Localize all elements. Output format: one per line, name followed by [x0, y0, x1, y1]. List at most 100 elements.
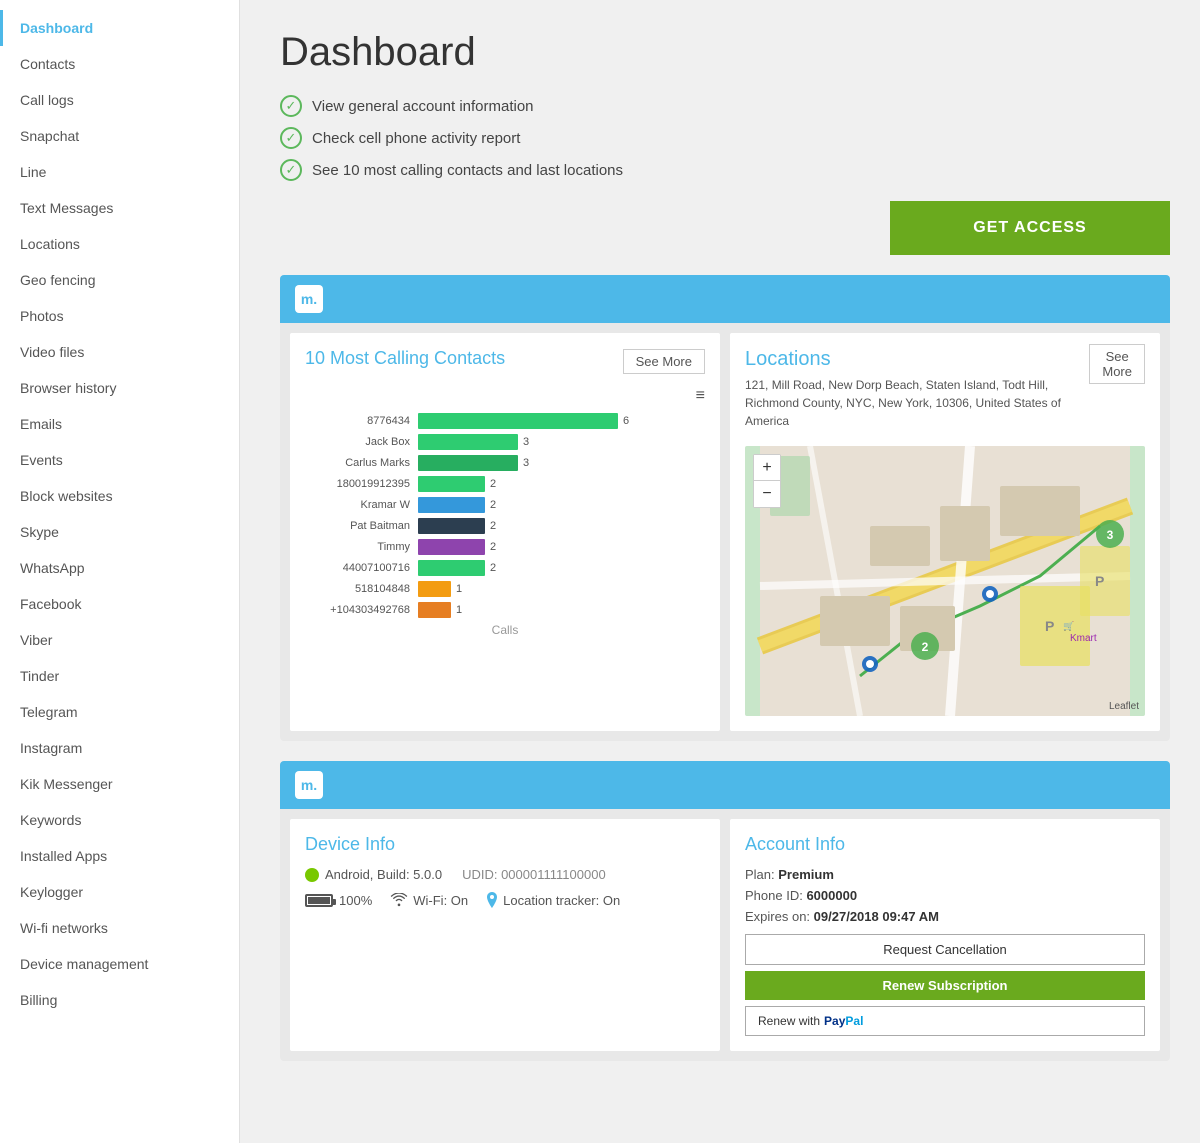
location-tracker-status: Location tracker: On: [503, 893, 620, 908]
sidebar-item-call-logs[interactable]: Call logs: [0, 82, 239, 118]
svg-text:Kmart: Kmart: [1070, 633, 1097, 644]
bar-container: 1: [418, 581, 705, 597]
sidebar-item-emails[interactable]: Emails: [0, 406, 239, 442]
sidebar-item-billing[interactable]: Billing: [0, 982, 239, 1018]
feature-text: View general account information: [312, 98, 534, 115]
map-svg: P P 2 3 Kmart 🛒: [745, 446, 1145, 716]
bar-row: 518104848 1: [305, 581, 705, 597]
android-icon: [305, 868, 319, 882]
sidebar-item-locations[interactable]: Locations: [0, 226, 239, 262]
sidebar-item-telegram[interactable]: Telegram: [0, 694, 239, 730]
account-phone-id: Phone ID: 6000000: [745, 888, 1145, 903]
sidebar-item-contacts[interactable]: Contacts: [0, 46, 239, 82]
hamburger-menu[interactable]: ≡: [305, 387, 705, 405]
zoom-out-button[interactable]: −: [754, 481, 780, 507]
bar-value: 1: [456, 604, 462, 616]
chart-title: 10 Most Calling Contacts: [305, 348, 505, 369]
check-icon: ✓: [280, 159, 302, 181]
bar-container: 2: [418, 476, 705, 492]
sidebar-item-facebook[interactable]: Facebook: [0, 586, 239, 622]
bar: [418, 413, 618, 429]
bar-container: 3: [418, 434, 705, 450]
check-icon: ✓: [280, 127, 302, 149]
renew-subscription-button[interactable]: Renew Subscription: [745, 971, 1145, 1000]
sidebar-item-wi-fi-networks[interactable]: Wi-fi networks: [0, 910, 239, 946]
bar-label: 8776434: [305, 415, 410, 427]
feature-item: ✓View general account information: [280, 95, 1170, 117]
sidebar-item-kik-messenger[interactable]: Kik Messenger: [0, 766, 239, 802]
card-body-1: 10 Most Calling Contacts See More ≡ 8776…: [280, 323, 1170, 741]
device-os-row: Android, Build: 5.0.0 UDID: 000001111100…: [305, 867, 705, 882]
bar-value: 3: [523, 457, 529, 469]
chart-see-more-button[interactable]: See More: [623, 349, 705, 374]
bar-row: 180019912395 2: [305, 476, 705, 492]
bar: [418, 560, 485, 576]
bar: [418, 476, 485, 492]
sidebar-item-viber[interactable]: Viber: [0, 622, 239, 658]
svg-text:P: P: [1095, 573, 1104, 589]
sidebar-item-line[interactable]: Line: [0, 154, 239, 190]
sidebar-item-block-websites[interactable]: Block websites: [0, 478, 239, 514]
bar-label: Jack Box: [305, 436, 410, 448]
bar-value: 3: [523, 436, 529, 448]
sidebar-item-tinder[interactable]: Tinder: [0, 658, 239, 694]
sidebar-item-photos[interactable]: Photos: [0, 298, 239, 334]
svg-text:P: P: [1045, 618, 1054, 634]
device-udid: UDID: 000001111100000: [462, 867, 606, 882]
svg-text:🛒: 🛒: [1063, 620, 1074, 631]
bar: [418, 455, 518, 471]
card-body-2: Device Info Android, Build: 5.0.0 UDID: …: [280, 809, 1170, 1061]
bar: [418, 539, 485, 555]
leaflet-label: Leaflet: [1109, 701, 1139, 712]
bar-container: 1: [418, 602, 705, 618]
feature-item: ✓ See 10 most calling contacts and last l…: [280, 159, 1170, 181]
sidebar-item-keywords[interactable]: Keywords: [0, 802, 239, 838]
bar-value: 2: [490, 541, 496, 553]
sidebar-item-geo-fencing[interactable]: Geo fencing: [0, 262, 239, 298]
sidebar-item-device-management[interactable]: Device management: [0, 946, 239, 982]
sidebar-item-events[interactable]: Events: [0, 442, 239, 478]
sidebar-item-snapchat[interactable]: Snapchat: [0, 118, 239, 154]
bar-row: +104303492768 1: [305, 602, 705, 618]
bar-container: 2: [418, 518, 705, 534]
bar-row: Jack Box 3: [305, 434, 705, 450]
locations-see-more-button[interactable]: See More: [1089, 344, 1145, 384]
paypal-renew-button[interactable]: Renew with PayPal: [745, 1006, 1145, 1036]
bar-value: 2: [490, 499, 496, 511]
svg-text:2: 2: [922, 640, 929, 654]
sidebar-item-skype[interactable]: Skype: [0, 514, 239, 550]
sidebar-item-instagram[interactable]: Instagram: [0, 730, 239, 766]
sidebar-item-text-messages[interactable]: Text Messages: [0, 190, 239, 226]
wifi-icon: [390, 893, 408, 907]
request-cancellation-button[interactable]: Request Cancellation: [745, 934, 1145, 965]
map-zoom-controls: + −: [753, 454, 781, 508]
sidebar-item-video-files[interactable]: Video files: [0, 334, 239, 370]
battery-percent: 100%: [339, 893, 372, 908]
device-status-row: 100% Wi-Fi: On Location tracker: On: [305, 892, 705, 908]
device-info-title: Device Info: [305, 834, 705, 855]
bar-value: 6: [623, 415, 629, 427]
sidebar-item-whatsapp[interactable]: WhatsApp: [0, 550, 239, 586]
account-info-card: Account Info Plan: Premium Phone ID: 600…: [730, 819, 1160, 1051]
bar-label: 44007100716: [305, 562, 410, 574]
bar-label: Carlus Marks: [305, 457, 410, 469]
calling-contacts-card: 10 Most Calling Contacts See More ≡ 8776…: [290, 333, 720, 731]
bar-container: 2: [418, 560, 705, 576]
sidebar-item-browser-history[interactable]: Browser history: [0, 370, 239, 406]
mspy-logo: m.: [295, 285, 323, 313]
sidebar-item-keylogger[interactable]: Keylogger: [0, 874, 239, 910]
mspy-logo-2: m.: [295, 771, 323, 799]
get-access-button[interactable]: GET ACCESS: [890, 201, 1170, 255]
account-info-title: Account Info: [745, 834, 1145, 855]
bar-row: Carlus Marks 3: [305, 455, 705, 471]
device-info-card: Device Info Android, Build: 5.0.0 UDID: …: [290, 819, 720, 1051]
bar-value: 2: [490, 478, 496, 490]
chart-x-label: Calls: [305, 623, 705, 637]
bar: [418, 581, 451, 597]
feature-text: See 10 most calling contacts and last lo…: [312, 162, 623, 179]
location-pin-icon: [486, 892, 498, 908]
bar: [418, 434, 518, 450]
sidebar-item-installed-apps[interactable]: Installed Apps: [0, 838, 239, 874]
sidebar-item-dashboard[interactable]: Dashboard: [0, 10, 239, 46]
zoom-in-button[interactable]: +: [754, 455, 780, 481]
